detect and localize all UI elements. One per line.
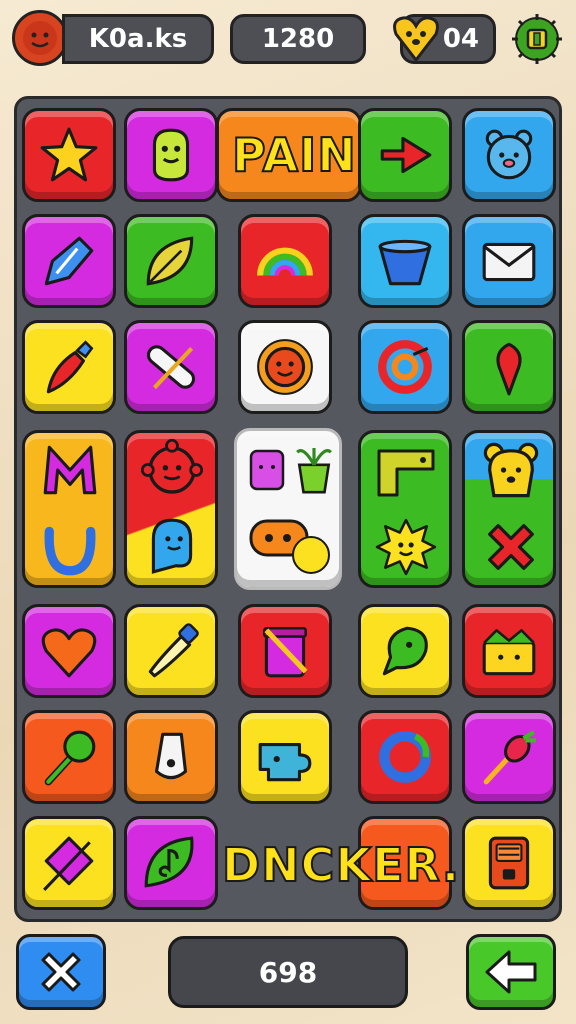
tall-tile-5[interactable] xyxy=(462,430,556,588)
score-panel: 1280 xyxy=(230,14,366,64)
carrot-icon xyxy=(46,340,94,394)
rainbow-icon xyxy=(257,247,313,276)
horseshoe-icon xyxy=(44,526,96,576)
tall-tile-4[interactable] xyxy=(358,430,452,588)
ghost-icon xyxy=(151,518,193,574)
bandage-icon xyxy=(146,345,196,390)
tile-bear[interactable] xyxy=(462,108,556,202)
tile-radio[interactable] xyxy=(462,816,556,910)
tile-pen[interactable] xyxy=(22,214,116,308)
music-note-icon xyxy=(144,836,194,888)
puzzle-piece-icon xyxy=(258,743,312,782)
lollipop-icon xyxy=(44,730,96,786)
tile-puzzle[interactable] xyxy=(238,710,332,804)
cross-icon xyxy=(488,524,534,570)
back-arrow-icon xyxy=(485,950,537,994)
tile-radish[interactable] xyxy=(462,710,556,804)
radio-icon xyxy=(488,836,530,890)
balloon-icon xyxy=(496,342,522,396)
player-avatar[interactable] xyxy=(12,10,68,66)
jar-icon xyxy=(263,626,308,678)
tile-bandage[interactable] xyxy=(124,320,218,414)
swirl-icon xyxy=(378,340,432,394)
tile-leaf[interactable] xyxy=(124,214,218,308)
radish-icon xyxy=(483,730,536,785)
box-face-icon xyxy=(482,629,536,676)
tile-jar[interactable] xyxy=(238,604,332,698)
face-icon xyxy=(23,21,57,55)
tile-envelope[interactable] xyxy=(462,214,556,308)
sun-face-icon xyxy=(257,339,313,395)
tile-brush[interactable] xyxy=(124,604,218,698)
kite-icon xyxy=(43,836,94,891)
tile-swirl[interactable] xyxy=(358,320,452,414)
tile-rainbow[interactable] xyxy=(238,214,332,308)
letter-m-icon xyxy=(43,445,97,495)
lives-value: 04 xyxy=(442,24,479,54)
tile-box[interactable] xyxy=(462,604,556,698)
virus-face-icon xyxy=(140,438,204,494)
back-button[interactable] xyxy=(466,934,556,1010)
cactus-face-icon xyxy=(152,128,190,182)
potted-plant-icon xyxy=(296,448,332,494)
spiky-face-icon xyxy=(375,518,437,576)
tall-tile-2[interactable] xyxy=(124,430,218,588)
tile-ring[interactable] xyxy=(358,710,452,804)
leaf-drop-icon xyxy=(382,626,428,676)
dog-heart-icon xyxy=(393,16,439,63)
tall-tile-1[interactable] xyxy=(22,430,116,588)
counter-value: 698 xyxy=(258,955,318,989)
tile-lollipop[interactable] xyxy=(22,710,116,804)
score-value: 1280 xyxy=(261,24,335,54)
gamepad-icon xyxy=(249,519,330,574)
word-top: PAIN xyxy=(231,127,357,183)
tile-cup[interactable] xyxy=(358,214,452,308)
tile-star[interactable] xyxy=(22,108,116,202)
tile-carrot[interactable] xyxy=(22,320,116,414)
tile-music[interactable] xyxy=(124,816,218,910)
bear-face-icon xyxy=(483,442,539,498)
arrow-icon xyxy=(380,136,432,174)
brush-icon xyxy=(148,623,199,678)
tile-leaf-drop[interactable] xyxy=(358,604,452,698)
player-name-panel: K0a.ks xyxy=(62,14,214,64)
tile-sun[interactable] xyxy=(238,320,332,414)
cup-icon xyxy=(378,239,432,286)
tile-arrow[interactable] xyxy=(358,108,452,202)
word-bottom: DNCKER. xyxy=(221,837,461,893)
counter-panel: 698 xyxy=(168,936,408,1008)
close-button[interactable] xyxy=(16,934,106,1010)
tile-balloon[interactable] xyxy=(462,320,556,414)
tile-whistle[interactable] xyxy=(124,710,218,804)
ring-icon xyxy=(379,731,431,783)
close-icon xyxy=(41,952,81,992)
leaf-icon xyxy=(146,236,194,286)
star-icon xyxy=(40,127,98,182)
settings-gear-icon[interactable] xyxy=(510,12,564,66)
tile-heart[interactable] xyxy=(22,604,116,698)
bracket-icon xyxy=(377,449,435,497)
tile-cactus[interactable] xyxy=(124,108,218,202)
envelope-icon xyxy=(482,242,536,282)
pen-nib-icon xyxy=(44,236,94,286)
heart-icon xyxy=(41,628,97,678)
tall-tile-3[interactable] xyxy=(234,428,342,590)
jar-face-icon xyxy=(249,449,285,491)
player-name: K0a.ks xyxy=(88,24,188,54)
tile-kite[interactable] xyxy=(22,816,116,910)
bear-face-icon xyxy=(485,129,533,180)
whistle-icon xyxy=(154,732,188,780)
